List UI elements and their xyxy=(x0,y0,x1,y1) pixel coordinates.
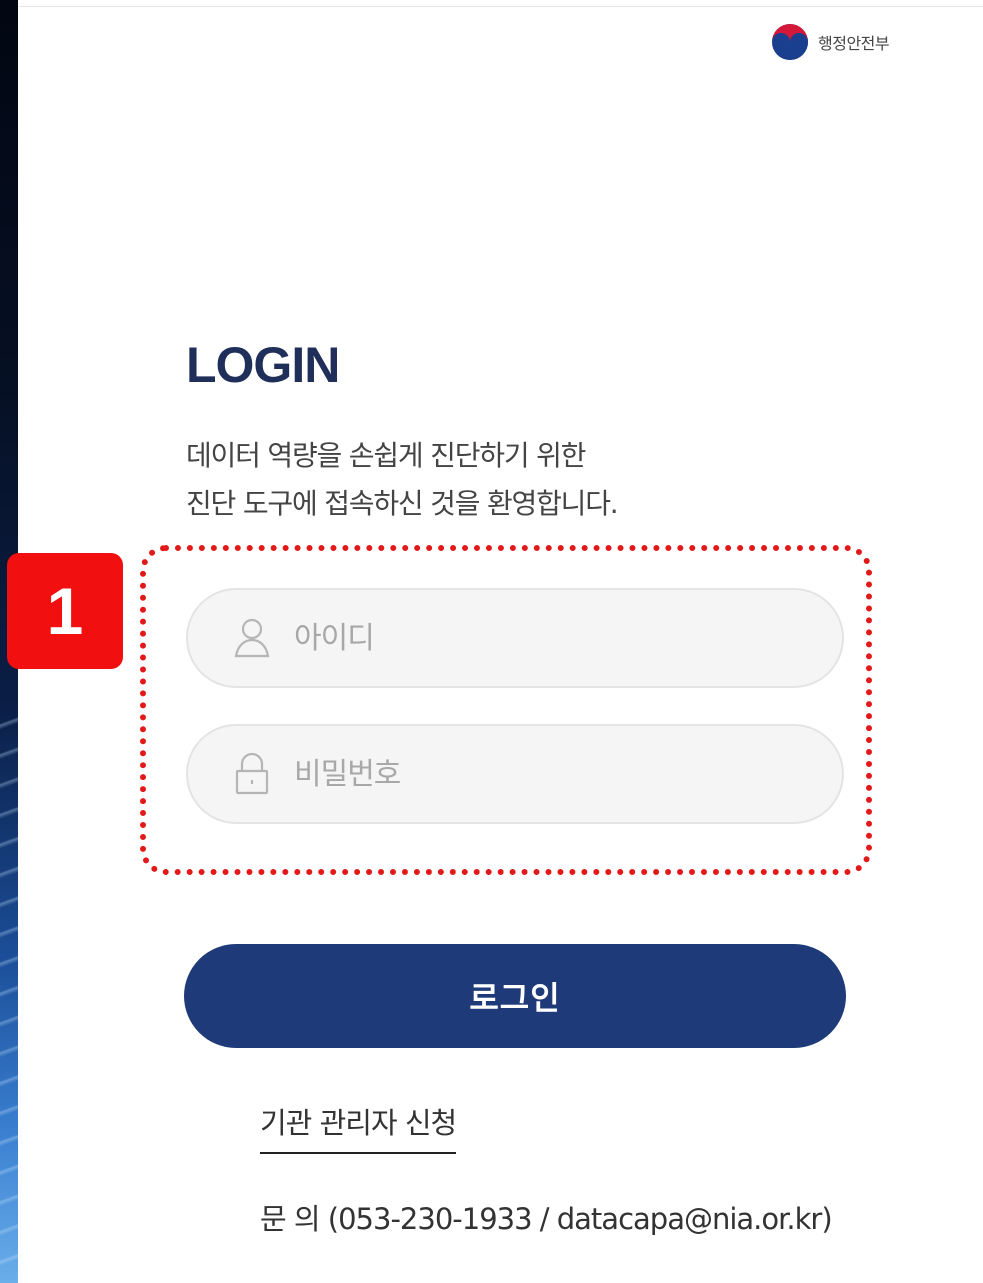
step-badge: 1 xyxy=(7,553,123,669)
user-icon xyxy=(230,613,274,663)
contact-info: 문 의 (053-230-1933 / datacapa@nia.or.kr) xyxy=(260,1202,833,1236)
login-page: 행정안전부 LOGIN 데이터 역량을 손쉽게 진단하기 위한 진단 도구에 접… xyxy=(0,0,983,1283)
ministry-brand: 행정안전부 xyxy=(770,22,890,62)
page-title: LOGIN xyxy=(186,337,340,393)
username-field-wrapper[interactable] xyxy=(186,588,844,688)
password-input[interactable] xyxy=(292,755,816,793)
ministry-name: 행정안전부 xyxy=(818,34,890,53)
top-divider xyxy=(0,6,983,7)
admin-apply-link[interactable]: 기관 관리자 신청 xyxy=(260,1100,457,1154)
username-input[interactable] xyxy=(292,619,816,657)
lock-icon xyxy=(230,749,274,799)
password-field-wrapper[interactable] xyxy=(186,724,844,824)
welcome-line-2: 진단 도구에 접속하신 것을 환영합니다. xyxy=(186,487,619,520)
welcome-line-1: 데이터 역량을 손쉽게 진단하기 위한 xyxy=(186,439,586,472)
login-button[interactable]: 로그인 xyxy=(184,944,846,1048)
korea-taegeuk-logo-icon xyxy=(772,24,808,60)
welcome-message: 데이터 역량을 손쉽게 진단하기 위한 진단 도구에 접속하신 것을 환영합니다… xyxy=(186,432,619,528)
